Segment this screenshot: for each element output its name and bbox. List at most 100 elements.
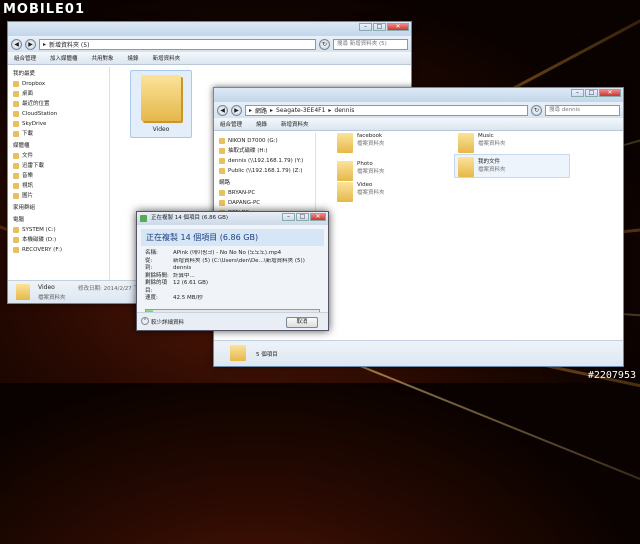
sidebar-item-label: SkyDrive [22, 121, 47, 127]
sidebar-item[interactable]: 音樂 [8, 171, 109, 181]
burn-button[interactable]: 燒錄 [128, 54, 139, 62]
maximize-icon[interactable]: □ [585, 89, 598, 97]
location-icon [13, 91, 19, 97]
sidebar-item-label: 桌面 [22, 91, 34, 97]
detail-key: 剩餘的項目: [145, 280, 168, 294]
sidebar-item[interactable]: SkyDrive [8, 119, 109, 129]
organize-button[interactable]: 組合管理 [14, 54, 36, 62]
sidebar-item-label: 下載 [22, 131, 34, 137]
sidebar-group-header[interactable]: 媒體櫃 [8, 141, 109, 151]
minimize-icon[interactable]: – [282, 213, 295, 221]
sidebar-item[interactable]: CloudStation [8, 109, 109, 119]
refresh-button[interactable]: ↻ [319, 38, 330, 50]
sidebar-group-header[interactable]: 電腦 [8, 215, 109, 225]
new-folder-button[interactable]: 新增資料夾 [281, 120, 309, 128]
detail-value: 12 (6.61 GB) [173, 280, 209, 286]
sidebar-item[interactable]: 本機磁碟 (D:) [8, 235, 109, 245]
maximize-icon[interactable]: □ [373, 23, 386, 31]
search-input[interactable]: 搜尋 新增資料夾 (5) [333, 38, 408, 50]
folder-item[interactable]: facebook 檔案資料夾 [337, 133, 385, 153]
sidebar-item-label: RECOVERY (F:) [22, 247, 63, 253]
location-icon [219, 190, 225, 196]
detail-key: 到: [145, 265, 153, 271]
location-icon [13, 101, 19, 107]
sidebar-item[interactable]: dennis (\\192.168.1.79) (Y:) [214, 156, 315, 166]
close-icon[interactable]: ✕ [599, 89, 621, 97]
folder-item[interactable]: Music 檔案資料夾 [458, 133, 506, 153]
folder-item[interactable]: Video 檔案資料夾 [337, 182, 385, 202]
location-icon [13, 247, 19, 253]
sidebar-item[interactable]: RECOVERY (F:) [8, 245, 109, 255]
location-icon [219, 138, 225, 144]
details-pane: 5 個項目 [214, 340, 623, 366]
sidebar-item[interactable]: 文件 [8, 151, 109, 161]
dialog-title-bar[interactable]: 正在複製 14 個項目 (6.86 GB) – □ ✕ [137, 212, 328, 225]
maximize-icon[interactable]: □ [296, 213, 309, 221]
item-type: 檔案資料夾 [478, 167, 506, 173]
sidebar-item[interactable]: 抽取式磁碟 (H:) [214, 146, 315, 156]
sidebar-group-header[interactable]: 我的最愛 [8, 69, 109, 79]
minimize-icon[interactable]: – [571, 89, 584, 97]
sidebar-item[interactable]: 圖片 [8, 191, 109, 201]
sidebar-item[interactable]: BRYAN-PC [214, 188, 315, 198]
less-detail-label: 較少詳細資料 [151, 320, 185, 326]
share-with-button[interactable]: 共用對象 [92, 54, 114, 62]
burn-button[interactable]: 燒錄 [256, 120, 267, 128]
sidebar-item[interactable]: 桌面 [8, 89, 109, 99]
breadcrumb-network[interactable]: 網路 [255, 106, 267, 115]
search-input[interactable]: 搜尋 dennis [545, 104, 620, 116]
sidebar-item-label: dennis (\\192.168.1.79) (Y:) [228, 158, 304, 164]
title-bar[interactable]: – □ ✕ [214, 88, 623, 102]
detail-row: 剩餘時間: 計算中... [145, 273, 320, 281]
sidebar-item[interactable]: NIKON D7000 (G:) [214, 136, 315, 146]
copy-details: 名稱: APink (에이핑크) - No No No (노노노).mp4 從: 新增… [145, 250, 320, 303]
sidebar-item[interactable]: DAPANG-PC [214, 198, 315, 208]
sidebar-item[interactable]: 視訊 [8, 181, 109, 191]
sidebar-item-label: 抽取式磁碟 (H:) [228, 148, 268, 154]
folder-item-selected[interactable]: 我的文件 檔案資料夾 [454, 154, 570, 178]
folder-video[interactable]: Video [130, 70, 192, 138]
image-id: #2207953 [587, 370, 636, 381]
sidebar-item-label: Public (\\192.168.1.79) (Z:) [228, 168, 303, 174]
add-to-library-button[interactable]: 加入媒體櫃 [50, 54, 78, 62]
title-bar[interactable]: – □ ✕ [8, 22, 411, 36]
breadcrumb-host[interactable]: Seagate-3EE4F1 [276, 107, 325, 114]
folder-item[interactable]: Photo 檔案資料夾 [337, 161, 385, 181]
breadcrumb-folder[interactable]: dennis [334, 107, 354, 114]
back-button[interactable]: ◀ [11, 38, 22, 50]
forward-button[interactable]: ▶ [231, 104, 242, 116]
sidebar-item[interactable]: 迅雷下載 [8, 161, 109, 171]
breadcrumb[interactable]: 新增資料夾 (5) [49, 40, 89, 49]
sidebar-item[interactable]: 最近的位置 [8, 99, 109, 109]
location-icon [219, 168, 225, 174]
sidebar-item-label: 媒體櫃 [13, 143, 30, 149]
sidebar-item-label: 我的最愛 [13, 71, 36, 77]
less-detail-button[interactable]: ⌃ 較少詳細資料 [141, 317, 185, 326]
close-icon[interactable]: ✕ [310, 213, 326, 221]
sidebar-item[interactable]: SYSTEM (C:) [8, 225, 109, 235]
detail-row: 名稱: APink (에이핑크) - No No No (노노노).mp4 [145, 250, 320, 258]
sidebar-item-label: 最近的位置 [22, 101, 50, 107]
address-bar[interactable]: ▸ 網路 ▸ Seagate-3EE4F1 ▸ dennis [245, 104, 528, 116]
forward-button[interactable]: ▶ [25, 38, 36, 50]
item-type: 檔案資料夾 [357, 169, 385, 175]
minimize-icon[interactable]: – [359, 23, 372, 31]
location-icon [13, 121, 19, 127]
item-type: 檔案資料夾 [357, 141, 385, 147]
new-folder-button[interactable]: 新增資料夾 [153, 54, 181, 62]
sidebar-group-header[interactable]: 網路 [214, 178, 315, 188]
refresh-button[interactable]: ↻ [531, 104, 542, 116]
sidebar-item[interactable]: Public (\\192.168.1.79) (Z:) [214, 166, 315, 176]
organize-button[interactable]: 組合管理 [220, 120, 242, 128]
sidebar-group-header[interactable]: 家用群組 [8, 203, 109, 213]
address-bar[interactable]: ▸ 新增資料夾 (5) [39, 38, 316, 50]
sidebar-item-label: SYSTEM (C:) [22, 227, 56, 233]
close-icon[interactable]: ✕ [387, 23, 409, 31]
folder-label: Video [152, 126, 170, 133]
back-button[interactable]: ◀ [217, 104, 228, 116]
location-icon [219, 200, 225, 206]
sidebar-item[interactable]: Dropbox [8, 79, 109, 89]
sidebar-item[interactable]: 下載 [8, 129, 109, 139]
cancel-button[interactable]: 取消 [286, 317, 318, 328]
sidebar-item-label: CloudStation [22, 111, 58, 117]
